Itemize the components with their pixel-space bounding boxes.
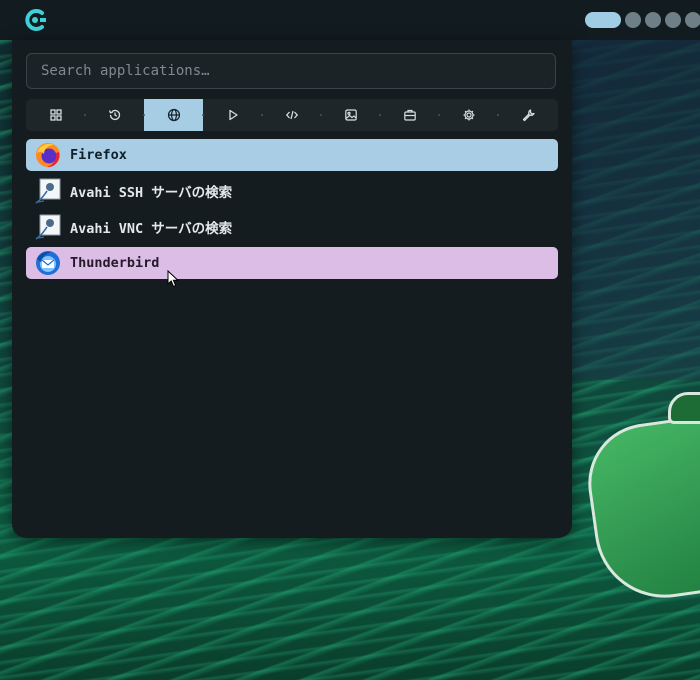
search-input[interactable] <box>26 53 556 89</box>
tab-office[interactable] <box>379 99 439 131</box>
briefcase-icon <box>403 109 416 121</box>
tab-internet[interactable] <box>143 99 203 131</box>
tab-system-tools[interactable] <box>497 99 557 131</box>
gear-icon <box>463 109 474 121</box>
category-tabs <box>26 99 558 131</box>
tab-all-apps[interactable] <box>26 99 85 131</box>
workspace-5[interactable] <box>685 12 700 28</box>
image-icon <box>344 109 357 121</box>
app-launcher-panel: Firefox Avahi SSH サーバの検索 Avahi VNC サーバの検… <box>12 40 572 538</box>
tab-recent[interactable] <box>84 99 144 131</box>
workspace-2[interactable] <box>625 12 641 28</box>
tab-settings[interactable] <box>438 99 498 131</box>
avahi-icon <box>35 214 61 240</box>
workspace-4[interactable] <box>665 12 681 28</box>
wallpaper-shadow <box>560 40 700 380</box>
workspace-1[interactable] <box>585 12 621 28</box>
wrench-icon <box>522 109 535 122</box>
launcher-logo-icon[interactable] <box>22 8 48 32</box>
mouse-cursor-icon <box>167 270 179 288</box>
list-item-firefox[interactable]: Firefox <box>26 139 558 171</box>
app-label: Avahi SSH サーバの検索 <box>70 185 233 201</box>
tab-multimedia[interactable] <box>202 99 262 131</box>
workspace-3[interactable] <box>645 12 661 28</box>
list-item-avahi-ssh[interactable]: Avahi SSH サーバの検索 <box>26 175 558 207</box>
tab-graphics[interactable] <box>320 99 380 131</box>
app-label: Avahi VNC サーバの検索 <box>70 221 233 237</box>
app-label: Thunderbird <box>70 255 160 271</box>
play-icon <box>228 109 238 121</box>
app-list: Firefox Avahi SSH サーバの検索 Avahi VNC サーバの検… <box>26 139 558 283</box>
workspace-indicator <box>585 12 700 28</box>
list-item-thunderbird[interactable]: Thunderbird <box>26 247 558 279</box>
tab-development[interactable] <box>261 99 321 131</box>
list-item-avahi-vnc[interactable]: Avahi VNC サーバの検索 <box>26 211 558 243</box>
code-icon <box>285 110 298 120</box>
avahi-icon <box>35 178 61 204</box>
firefox-icon <box>36 143 60 168</box>
top-bar <box>0 0 700 40</box>
thunderbird-icon <box>36 251 60 275</box>
globe-icon <box>167 108 180 122</box>
app-label: Firefox <box>70 147 127 163</box>
grid-icon <box>49 109 62 121</box>
history-icon <box>108 109 120 121</box>
